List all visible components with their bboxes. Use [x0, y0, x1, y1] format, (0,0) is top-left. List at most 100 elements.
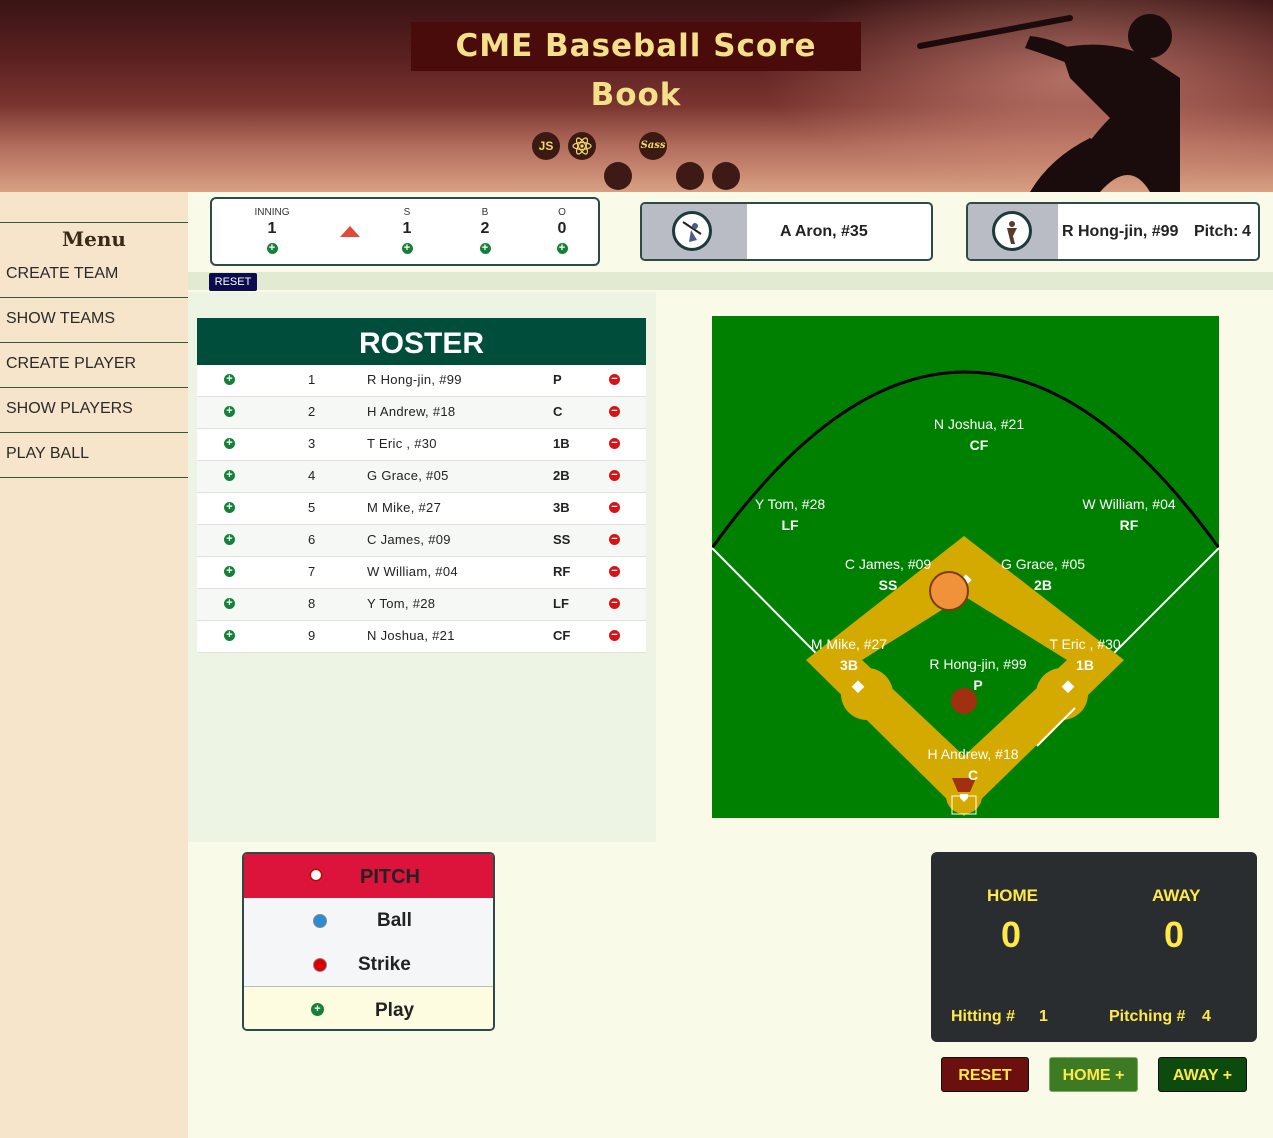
roster-add-icon[interactable]: +: [224, 502, 235, 513]
batter-photo-area: [642, 204, 747, 259]
roster-player-name: H Andrew, #18: [367, 404, 456, 419]
roster-remove-icon[interactable]: −: [609, 502, 620, 513]
away-add-button[interactable]: AWAY +: [1158, 1057, 1247, 1092]
field-player-position: SS: [878, 577, 898, 593]
roster-add-icon[interactable]: +: [224, 630, 235, 641]
field-player-p[interactable]: R Hong-jin, #99 P: [908, 654, 1048, 696]
roster-remove-icon[interactable]: −: [609, 374, 620, 385]
ball-option[interactable]: Ball: [244, 910, 493, 940]
field-player-name: W William, #04: [1082, 496, 1176, 512]
carousel-dot-2[interactable]: [676, 162, 704, 190]
field-player-position: CF: [969, 437, 989, 453]
roster-row: +4 G Grace, #05 2B −: [197, 461, 646, 493]
hitting-value: 1: [1039, 1008, 1048, 1025]
roster-player-name: C James, #09: [367, 532, 451, 547]
home-score: 0: [1001, 914, 1022, 955]
baseball-field: N Joshua, #21 CF Y Tom, #28 LF W William, #0…: [712, 316, 1219, 818]
field-player-ss[interactable]: C James, #09 SS: [818, 554, 958, 596]
field-player-name: Y Tom, #28: [754, 496, 826, 512]
field-player-2b[interactable]: G Grace, #05 2B: [973, 554, 1113, 596]
strikes-column: S 1 +: [382, 207, 432, 256]
balls-add-icon[interactable]: +: [479, 243, 491, 254]
sidebar-item-play-ball[interactable]: PLAY BALL: [0, 433, 188, 478]
field-diagram: [712, 370, 1219, 816]
sass-icon: Sass: [639, 132, 667, 160]
field-player-3b[interactable]: M Mike, #27 3B: [779, 634, 919, 676]
sidebar-item-create-team[interactable]: CREATE TEAM: [0, 253, 188, 298]
roster-player-name: N Joshua, #21: [367, 628, 455, 643]
strikes-label: S: [403, 207, 411, 218]
count-panel: INNING 1 + S 1 + B 2 + O 0 +: [210, 197, 600, 266]
strikes-add-icon[interactable]: +: [401, 243, 413, 254]
field-player-position: P: [973, 677, 983, 693]
roster-row: +6 C James, #09 SS −: [197, 525, 646, 557]
field-player-name: H Andrew, #18: [927, 746, 1019, 762]
field-player-cf[interactable]: N Joshua, #21 CF: [909, 414, 1049, 456]
pitch-count-label: Pitch:: [1194, 223, 1239, 240]
sidebar-item-show-players[interactable]: SHOW PLAYERS: [0, 388, 188, 433]
outs-add-icon[interactable]: +: [556, 243, 568, 254]
roster-remove-icon[interactable]: −: [609, 438, 620, 449]
strike-radio-icon[interactable]: [313, 958, 327, 972]
home-add-button[interactable]: HOME +: [1049, 1057, 1138, 1092]
roster-player-name: Y Tom, #28: [367, 596, 436, 611]
roster-add-icon[interactable]: +: [224, 598, 235, 609]
roster-remove-icon[interactable]: −: [609, 566, 620, 577]
pitching-label: Pitching #: [1109, 1008, 1186, 1025]
batter-card: A Aron, #35: [640, 202, 933, 261]
strike-option[interactable]: Strike: [244, 954, 493, 984]
roster-add-icon[interactable]: +: [224, 374, 235, 385]
field-player-name: N Joshua, #21: [933, 416, 1025, 432]
outs-value: 0: [557, 220, 567, 237]
roster-remove-icon[interactable]: −: [609, 598, 620, 609]
info-bar: [188, 272, 1273, 290]
roster-order: 3: [308, 436, 316, 451]
roster-player-name: M Mike, #27: [367, 500, 442, 515]
roster-add-icon[interactable]: +: [224, 406, 235, 417]
field-player-rf[interactable]: W William, #04 RF: [1059, 494, 1199, 536]
outs-column: O 0 +: [537, 207, 587, 256]
roster-order: 6: [308, 532, 316, 547]
field-player-name: T Eric , #30: [1049, 636, 1121, 652]
field-player-c[interactable]: H Andrew, #18 C: [903, 744, 1043, 786]
away-label: AWAY: [1152, 886, 1201, 905]
react-icon: [568, 132, 596, 160]
sidebar-item-create-player[interactable]: CREATE PLAYER: [0, 343, 188, 388]
roster-add-icon[interactable]: +: [224, 566, 235, 577]
play-add-icon[interactable]: +: [311, 1003, 324, 1016]
inning-column: INNING 1 +: [247, 207, 297, 256]
batter-avatar-icon: [672, 211, 712, 251]
roster-order: 5: [308, 500, 316, 515]
count-reset-button[interactable]: RESET: [209, 273, 257, 291]
roster-row: +7 W William, #04 RF −: [197, 557, 646, 589]
home-label: HOME: [987, 886, 1038, 905]
roster-row: +5 M Mike, #27 3B −: [197, 493, 646, 525]
roster-remove-icon[interactable]: −: [609, 630, 620, 641]
roster-row: +3 T Eric , #30 1B −: [197, 429, 646, 461]
pitch-title: PITCH: [360, 866, 420, 888]
roster-add-icon[interactable]: +: [224, 534, 235, 545]
pitch-header[interactable]: PITCH: [244, 854, 493, 898]
roster-position: C: [553, 404, 563, 419]
roster-remove-icon[interactable]: −: [609, 470, 620, 481]
roster-add-icon[interactable]: +: [224, 438, 235, 449]
field-player-lf[interactable]: Y Tom, #28 LF: [720, 494, 860, 536]
ball-radio-icon[interactable]: [313, 914, 327, 928]
sidebar-item-show-teams[interactable]: SHOW TEAMS: [0, 298, 188, 343]
play-option[interactable]: + Play: [244, 986, 493, 1029]
inning-add-icon[interactable]: +: [266, 243, 278, 254]
roster-remove-icon[interactable]: −: [609, 534, 620, 545]
roster-order: 1: [308, 372, 316, 387]
carousel-dot-1[interactable]: [604, 162, 632, 190]
score-reset-button[interactable]: RESET: [941, 1057, 1029, 1092]
outs-label: O: [558, 207, 566, 218]
carousel-dot-3[interactable]: [712, 162, 740, 190]
menu-title: Menu: [0, 222, 188, 254]
strike-label: Strike: [358, 954, 411, 975]
roster-remove-icon[interactable]: −: [609, 406, 620, 417]
roster-add-icon[interactable]: +: [224, 470, 235, 481]
away-score: 0: [1164, 914, 1185, 955]
roster-row: +2 H Andrew, #18 C −: [197, 397, 646, 429]
field-player-name: M Mike, #27: [810, 636, 888, 652]
roster-position: LF: [553, 596, 569, 611]
